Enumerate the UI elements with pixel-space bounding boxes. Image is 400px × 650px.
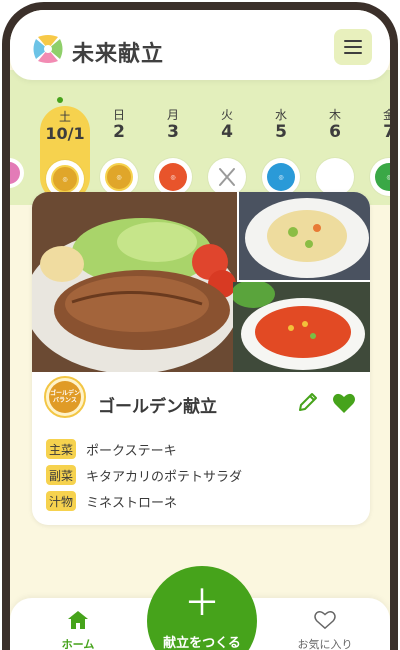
menu-badge-icon: ◎ [154, 158, 192, 196]
pork-steak-photo [32, 192, 237, 372]
menu-badge-icon: ◎ [262, 158, 300, 196]
day-item-tue[interactable]: 火 4 [202, 104, 252, 196]
home-icon [68, 611, 88, 629]
item-tag: 副菜 [46, 465, 76, 485]
menu-photos [32, 192, 370, 372]
fork-knife-icon [208, 158, 246, 196]
empty-badge [316, 158, 354, 196]
day-date: 10/1 [45, 124, 85, 143]
menu-item-soup: 汁物 ミネストローネ [46, 490, 177, 512]
day-item-sun[interactable]: 日 2 ◎ [94, 104, 144, 196]
day-date: 4 [221, 122, 233, 142]
nav-favorites-label: お気に入り [297, 638, 353, 650]
app-title: 未来献立 [72, 42, 165, 67]
day-date: 5 [275, 122, 287, 142]
day-date: 6 [329, 122, 341, 142]
item-name: ミネストローネ [86, 495, 178, 511]
app-header: 未来献立 [10, 10, 390, 80]
day-date: 2 [113, 122, 125, 142]
hamburger-menu-button[interactable] [334, 29, 372, 65]
item-tag: 汁物 [46, 491, 76, 511]
day-date: 3 [167, 122, 179, 142]
item-name: ポークステーキ [86, 443, 177, 459]
hamburger-menu-icon [344, 40, 362, 42]
app-logo-icon [33, 35, 63, 63]
menu-badge-icon: ◎ [100, 158, 138, 196]
item-name: キタアカリのポテトサラダ [86, 469, 243, 485]
day-date: 7 [383, 122, 395, 142]
nav-home[interactable]: ホーム [50, 610, 106, 650]
day-item-wed[interactable]: 水 5 ◎ [256, 104, 306, 196]
day-item-sat[interactable]: 土 10/1 ◎ [40, 106, 90, 202]
day-item-mon[interactable]: 月 3 ◎ [148, 104, 198, 196]
potato-salad-photo [239, 192, 370, 280]
favorite-heart-icon[interactable] [332, 392, 356, 414]
create-menu-button[interactable]: ＋ 献立をつくる [147, 566, 257, 650]
plus-icon: ＋ [183, 583, 220, 624]
day-of-week: 火 [220, 108, 233, 122]
day-of-week: 月 [166, 108, 179, 122]
golden-badge-label: ゴールデンバランス [49, 381, 81, 413]
item-tag: 主菜 [46, 439, 76, 459]
day-of-week: 木 [328, 108, 341, 122]
menu-item-side: 副菜 キタアカリのポテトサラダ [46, 464, 242, 486]
day-of-week: 日 [112, 108, 125, 122]
previous-day-badge[interactable] [10, 158, 24, 188]
heart-outline-icon [314, 610, 336, 630]
day-of-week: 水 [274, 108, 287, 122]
day-item-fri[interactable]: 金 7 ◎ [364, 104, 395, 196]
device-frame: 未来献立 土 10/1 ◎ 日 2 ◎ 月 3 ◎ 火 4 水 5 ◎ 木 6 … [0, 0, 400, 650]
create-menu-label: 献立をつくる [163, 636, 241, 650]
nav-home-label: ホーム [61, 638, 95, 650]
menu-badge-icon: ◎ [370, 158, 390, 196]
golden-balance-badge: ゴールデンバランス [44, 376, 86, 418]
day-of-week: 金 [382, 108, 395, 122]
menu-title: ゴールデン献立 [98, 397, 217, 417]
menu-card[interactable]: ゴールデンバランス ゴールデン献立 主菜 ポークステーキ 副菜 キタアカリのポテ… [32, 192, 370, 525]
phone-screen: 未来献立 土 10/1 ◎ 日 2 ◎ 月 3 ◎ 火 4 水 5 ◎ 木 6 … [2, 2, 398, 650]
day-item-thu[interactable]: 木 6 [310, 104, 360, 196]
today-indicator-dot [57, 97, 63, 103]
day-of-week: 土 [58, 110, 71, 124]
nav-favorites[interactable]: お気に入り [290, 610, 360, 650]
menu-item-main: 主菜 ポークステーキ [46, 438, 177, 460]
minestrone-photo [233, 282, 370, 372]
edit-pencil-icon[interactable] [296, 390, 320, 414]
date-strip: 土 10/1 ◎ 日 2 ◎ 月 3 ◎ 火 4 水 5 ◎ 木 6 金 7 ◎ [10, 70, 390, 205]
